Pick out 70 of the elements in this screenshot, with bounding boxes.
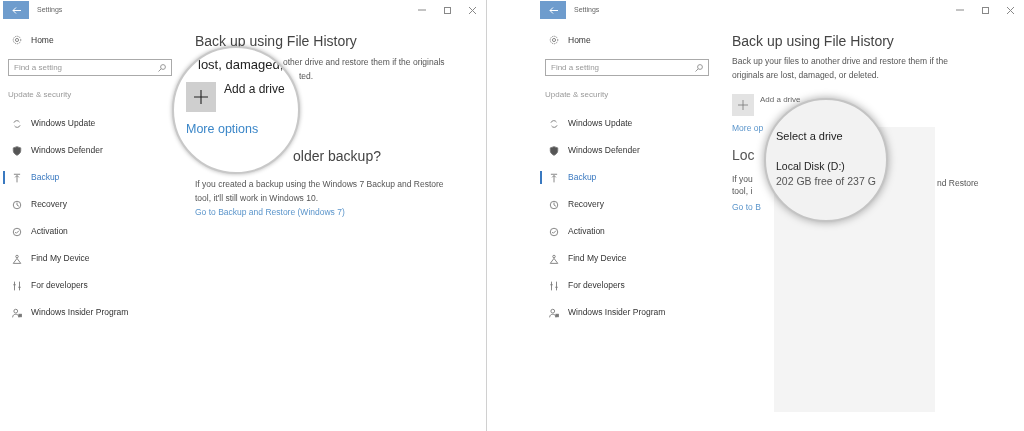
- nav-item[interactable]: For developers: [3, 272, 90, 299]
- search-icon: [158, 63, 166, 72]
- close-icon[interactable]: [1007, 6, 1014, 14]
- check-circle-icon: [12, 226, 22, 237]
- description-text: ted.: [299, 70, 314, 83]
- page-heading: Back up using File History: [732, 32, 895, 51]
- back-arrow-icon: [11, 6, 21, 14]
- plus-icon: [194, 90, 208, 104]
- upload-arrow-icon: [549, 172, 559, 183]
- minimize-icon[interactable]: [418, 6, 426, 14]
- section-heading: older backup?: [293, 147, 381, 166]
- home-link[interactable]: Home: [31, 33, 54, 47]
- page-heading: Back up using File History: [195, 32, 358, 51]
- nav-item[interactable]: Windows Defender: [3, 137, 105, 164]
- search-field[interactable]: Find a setting: [545, 59, 709, 76]
- drive-option[interactable]: Local Disk (D:) 202 GB free of 237 G: [776, 158, 876, 190]
- legacy-text: If you created a backup using the Windows 7 Backup and Restore tool, it'll still work in Windows 10.: [195, 178, 445, 205]
- nav-item[interactable]: Windows Insider Program: [540, 299, 668, 326]
- shield-icon: [12, 145, 22, 156]
- section-heading: Loc: [732, 145, 755, 165]
- nav-item[interactable]: Backup: [540, 164, 599, 191]
- shield-icon: [549, 145, 559, 156]
- legacy-text: If you: [732, 172, 753, 185]
- nav-item[interactable]: Windows Update: [540, 110, 635, 137]
- history-icon: [12, 199, 22, 210]
- back-button[interactable]: [3, 1, 29, 19]
- magnified-description: lost, damaged,: [198, 56, 284, 73]
- tools-icon: [12, 280, 22, 291]
- nav-item[interactable]: Backup: [3, 164, 62, 191]
- description-text: other drive and restore them if the originals: [283, 56, 445, 67]
- maximize-icon[interactable]: [444, 6, 451, 14]
- nav-item[interactable]: Recovery: [3, 191, 69, 218]
- back-button[interactable]: [540, 1, 566, 19]
- minimize-icon[interactable]: [956, 6, 964, 14]
- nav-item[interactable]: Activation: [540, 218, 607, 245]
- nav-item[interactable]: Find My Device: [540, 245, 629, 272]
- search-icon: [695, 63, 703, 72]
- menu-title: Select a drive: [776, 129, 843, 144]
- check-circle-icon: [549, 226, 559, 237]
- person-icon: [549, 307, 559, 318]
- settings-icon: [12, 35, 22, 45]
- nav-item[interactable]: Activation: [3, 218, 70, 245]
- nav-item[interactable]: Windows Update: [3, 110, 98, 137]
- section-label: Update & security: [545, 89, 610, 101]
- maximize-icon[interactable]: [982, 6, 989, 14]
- close-icon[interactable]: [469, 6, 476, 14]
- plus-icon: [738, 100, 748, 110]
- nav-item[interactable]: Recovery: [540, 191, 606, 218]
- nav-item[interactable]: Windows Defender: [540, 137, 642, 164]
- add-drive-button[interactable]: [186, 82, 216, 112]
- legacy-text: tool, i: [732, 184, 753, 197]
- home-link[interactable]: Home: [568, 33, 591, 47]
- settings-icon: [549, 35, 559, 45]
- add-drive-label: Add a drive: [224, 82, 285, 96]
- description-text: Back up your files to another drive and restore them if the originals are lost, damaged, or deleted.: [732, 55, 949, 82]
- refresh-icon: [549, 118, 559, 129]
- refresh-icon: [12, 118, 22, 129]
- upload-arrow-icon: [12, 172, 22, 183]
- search-field[interactable]: Find a setting: [8, 59, 172, 76]
- nav-item[interactable]: For developers: [540, 272, 627, 299]
- back-arrow-icon: [548, 6, 558, 14]
- section-label: Update & security: [8, 89, 73, 101]
- nav-item[interactable]: Find My Device: [3, 245, 92, 272]
- legacy-text: nd Restore: [937, 177, 979, 190]
- history-icon: [549, 199, 559, 210]
- tools-icon: [549, 280, 559, 291]
- person-icon: [12, 307, 22, 318]
- nav-item[interactable]: Windows Insider Program: [3, 299, 131, 326]
- more-options-link[interactable]: More options: [186, 120, 259, 139]
- add-drive-label: Add a drive: [760, 94, 801, 106]
